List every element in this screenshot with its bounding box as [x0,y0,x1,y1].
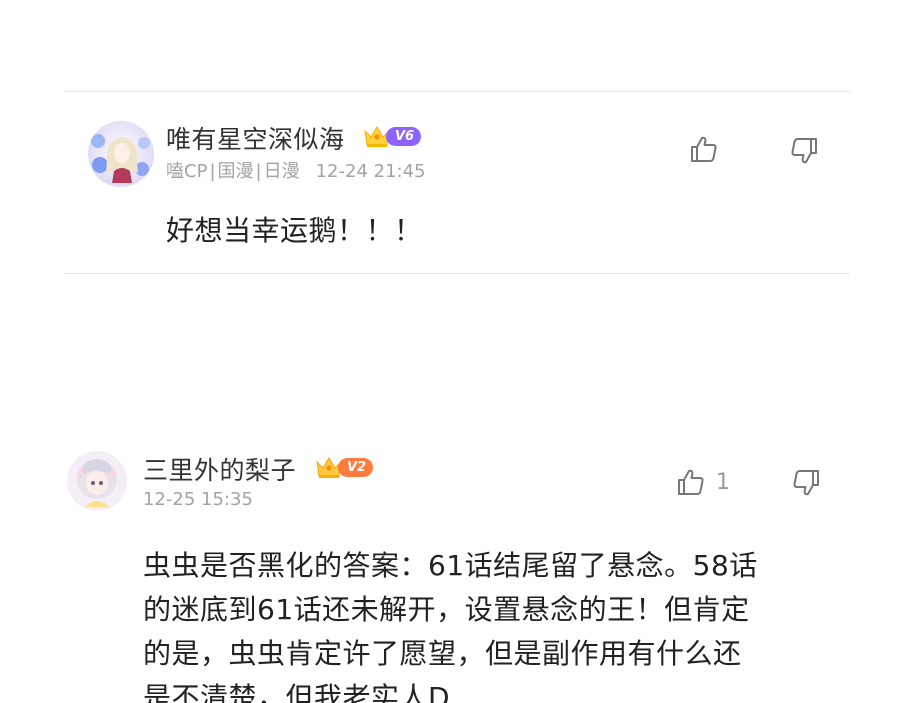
comment-line: 的是，虫虫肯定许了愿望，但是副作用有什么还 [143,637,742,670]
tag: 国漫 [217,161,254,182]
comment-line: 是不清楚，但我老实人D [143,681,451,703]
like-button[interactable]: 1 [676,467,730,497]
vip-badge: V6 [362,125,422,147]
comment-feed: 唯有星空深似海 V6 嗑CP | 国漫 | 日漫 12-24 21:45 好想当幸运鹅！！… [0,0,900,703]
username[interactable]: 三里外的梨子 [143,451,296,487]
dislike-button[interactable] [789,136,819,166]
tag: 嗑CP [166,161,208,182]
thumbs-up-icon [691,136,717,162]
thumbs-down-icon [791,138,817,164]
dislike-button[interactable] [791,468,821,498]
tag: 日漫 [263,161,300,182]
timestamp: 12-25 15:35 [143,489,253,510]
timestamp: 12-24 21:45 [315,161,426,182]
like-button[interactable] [689,134,719,164]
divider [64,273,850,274]
comment-body: 好想当幸运鹅！！！ [166,214,423,247]
comment-body: 虫虫是否黑化的答案：61话结尾留了悬念。58话 的迷底到61话还未解开，设置悬念… [143,544,843,703]
vip-badge: V2 [314,456,374,478]
avatar[interactable] [67,451,127,511]
vip-level: V6 [386,126,422,146]
like-count: 1 [716,469,730,495]
comment-line: 的迷底到61话还未解开，设置悬念的王！但肯定 [143,593,750,626]
comment-meta: 嗑CP | 国漫 | 日漫 12-24 21:45 [166,161,426,182]
comment-line: 虫虫是否黑化的答案：61话结尾留了悬念。58话 [143,549,758,582]
vip-level: V2 [338,457,374,477]
username[interactable]: 唯有星空深似海 [166,120,345,156]
thumbs-up-icon [678,469,704,495]
divider-top [64,91,850,92]
avatar[interactable] [88,121,154,187]
thumbs-down-icon [793,470,819,496]
